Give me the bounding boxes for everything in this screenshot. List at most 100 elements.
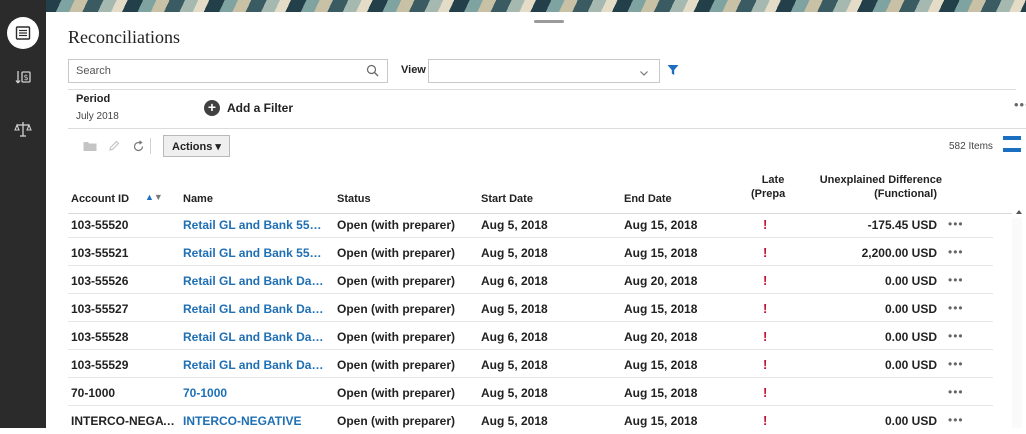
edit-icon[interactable] [106,138,122,154]
search-box [68,59,388,83]
period-value[interactable]: July 2018 [76,111,119,122]
reconcile-icon[interactable]: $ [12,66,34,88]
cell-end-date: Aug 15, 2018 [624,218,698,232]
cell-name-link[interactable]: Retail GL and Bank 55520 [183,218,325,232]
late-alert-icon: ! [763,217,768,232]
add-circle-icon: + [204,100,220,116]
col-header-diff-line1[interactable]: Unexplained Difference [818,174,942,186]
search-icon[interactable] [366,64,379,82]
cell-unexplained-difference: 0.00 USD [884,414,937,428]
folder-icon[interactable] [82,138,98,154]
divider [68,89,1016,90]
cell-account-id: 103-55521 [71,246,129,260]
table-row[interactable]: 103-55528 Retail GL and Bank Date ... Op… [68,322,993,350]
reconciliations-panel: Reconciliations View Period July 2018 + … [46,12,1026,428]
cell-name-link[interactable]: Retail GL and Bank Date ... [183,274,325,288]
col-header-start-date[interactable]: Start Date [481,193,533,205]
refresh-icon[interactable] [130,138,146,154]
balance-scale-icon[interactable] [12,118,34,140]
col-header-account-id[interactable]: Account ID [71,193,129,205]
table-row[interactable]: INTERCO-NEGAT... INTERCO-NEGATIVE Open (… [68,406,993,434]
cell-end-date: Aug 15, 2018 [624,414,698,428]
table-row[interactable]: 103-55526 Retail GL and Bank Date ... Op… [68,266,993,294]
cell-name-link[interactable]: INTERCO-NEGATIVE [183,414,325,428]
cell-name-link[interactable]: Retail GL and Bank 55521 [183,246,325,260]
sort-descending-icon[interactable]: ▼ [154,192,163,202]
table-row[interactable]: 103-55527 Retail GL and Bank Date ... Op… [68,294,993,322]
cell-account-id: 103-55529 [71,358,129,372]
col-header-name[interactable]: Name [183,193,213,205]
cell-account-id: 103-55528 [71,330,129,344]
cell-name-link[interactable]: 70-1000 [183,386,325,400]
cell-start-date: Aug 5, 2018 [481,302,548,316]
cell-status: Open (with preparer) [337,302,456,316]
cell-name-link[interactable]: Retail GL and Bank Date ... [183,302,325,316]
more-options-icon[interactable]: ••• [1014,97,1026,112]
scroll-up-arrow-icon[interactable] [1016,210,1022,214]
view-select[interactable] [428,59,660,83]
cell-account-id: 70-1000 [71,386,116,400]
sort-icons[interactable]: ▲▼ [145,192,163,202]
list-view-icon[interactable] [1003,136,1021,152]
cell-status: Open (with preparer) [337,218,456,232]
cell-account-id: 103-55526 [71,274,129,288]
cell-unexplained-difference: 0.00 USD [884,330,937,344]
col-header-end-date[interactable]: End Date [624,193,672,205]
cell-end-date: Aug 15, 2018 [624,302,698,316]
table-scrollbar[interactable] [1012,218,1022,428]
row-actions-icon[interactable]: ••• [948,413,964,427]
row-actions-icon[interactable]: ••• [948,385,964,399]
late-alert-icon: ! [763,413,768,428]
cell-start-date: Aug 6, 2018 [481,274,548,288]
cell-name-link[interactable]: Retail GL and Bank Date ... [183,358,325,372]
col-header-late-line1[interactable]: Late [758,174,788,186]
late-alert-icon: ! [763,385,768,400]
cell-start-date: Aug 5, 2018 [481,414,548,428]
row-actions-icon[interactable]: ••• [948,245,964,259]
cell-status: Open (with preparer) [337,358,456,372]
table-row[interactable]: 103-55520 Retail GL and Bank 55520 Open … [68,210,993,238]
drawer-grab-handle[interactable] [534,20,564,23]
cell-start-date: Aug 6, 2018 [481,330,548,344]
tasks-list-icon[interactable] [7,17,39,49]
cell-status: Open (with preparer) [337,246,456,260]
actions-menu-button[interactable]: Actions ▾ [163,135,230,157]
cell-unexplained-difference: 0.00 USD [884,274,937,288]
row-actions-icon[interactable]: ••• [948,301,964,315]
cell-account-id: 103-55527 [71,302,129,316]
late-alert-icon: ! [763,301,768,316]
col-header-late-line2[interactable]: (Prepa [751,188,788,200]
cell-name-link[interactable]: Retail GL and Bank Date ... [183,330,325,344]
add-filter-label: Add a Filter [227,101,294,115]
col-header-status[interactable]: Status [337,193,371,205]
cell-unexplained-difference: 2,200.00 USD [861,246,937,260]
late-alert-icon: ! [763,245,768,260]
cell-status: Open (with preparer) [337,274,456,288]
cell-start-date: Aug 5, 2018 [481,358,548,372]
cell-end-date: Aug 15, 2018 [624,358,698,372]
table-row[interactable]: 103-55529 Retail GL and Bank Date ... Op… [68,350,993,378]
filter-icon[interactable] [667,63,679,81]
item-count: 582 Items [949,141,993,152]
row-actions-icon[interactable]: ••• [948,357,964,371]
add-filter-button[interactable]: + Add a Filter [204,100,293,116]
cell-status: Open (with preparer) [337,386,456,400]
table-row[interactable]: 103-55521 Retail GL and Bank 55521 Open … [68,238,993,266]
row-actions-icon[interactable]: ••• [948,273,964,287]
row-actions-icon[interactable]: ••• [948,217,964,231]
col-header-diff-line2[interactable]: (Functional) [818,188,937,200]
table-row[interactable]: 70-1000 70-1000 Open (with preparer) Aug… [68,378,993,406]
chevron-down-icon [639,65,649,83]
row-actions-icon[interactable]: ••• [948,329,964,343]
cell-end-date: Aug 15, 2018 [624,386,698,400]
divider [68,128,1026,129]
cell-start-date: Aug 5, 2018 [481,386,548,400]
sort-ascending-icon[interactable]: ▲ [145,192,154,202]
toolbar-separator [150,138,151,154]
cell-status: Open (with preparer) [337,330,456,344]
view-label: View [401,64,426,76]
cell-start-date: Aug 5, 2018 [481,246,548,260]
search-input[interactable] [69,60,359,82]
cell-account-id: 103-55520 [71,218,129,232]
cell-unexplained-difference: 0.00 USD [884,358,937,372]
